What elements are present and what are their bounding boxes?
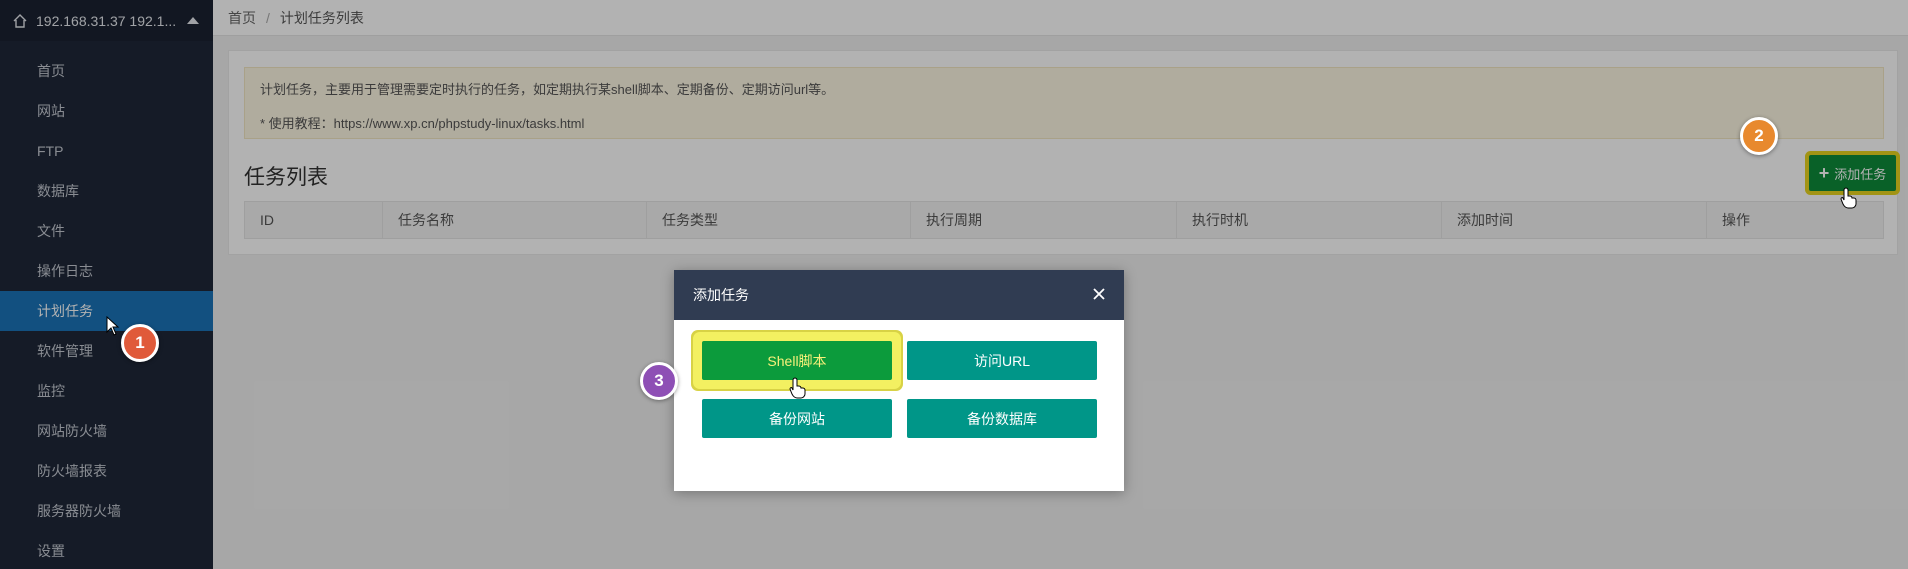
dialog-title: 添加任务: [693, 287, 749, 303]
step-marker-2: 2: [1740, 117, 1778, 155]
shell-script-button[interactable]: Shell脚本: [702, 341, 892, 380]
step-marker-3: 3: [640, 362, 678, 400]
dialog-header: 添加任务: [674, 270, 1124, 320]
arrow-cursor-icon: [106, 316, 120, 336]
add-task-dialog: 添加任务 Shell脚本 访问URL 备份网站 备份数据库: [674, 270, 1124, 491]
visit-url-button[interactable]: 访问URL: [907, 341, 1097, 380]
hand-cursor-icon: [1840, 187, 1857, 209]
close-icon[interactable]: [1090, 285, 1108, 303]
step-marker-1: 1: [121, 324, 159, 362]
backup-website-button[interactable]: 备份网站: [702, 399, 892, 438]
hand-cursor-icon: [789, 377, 806, 399]
backup-database-button[interactable]: 备份数据库: [907, 399, 1097, 438]
